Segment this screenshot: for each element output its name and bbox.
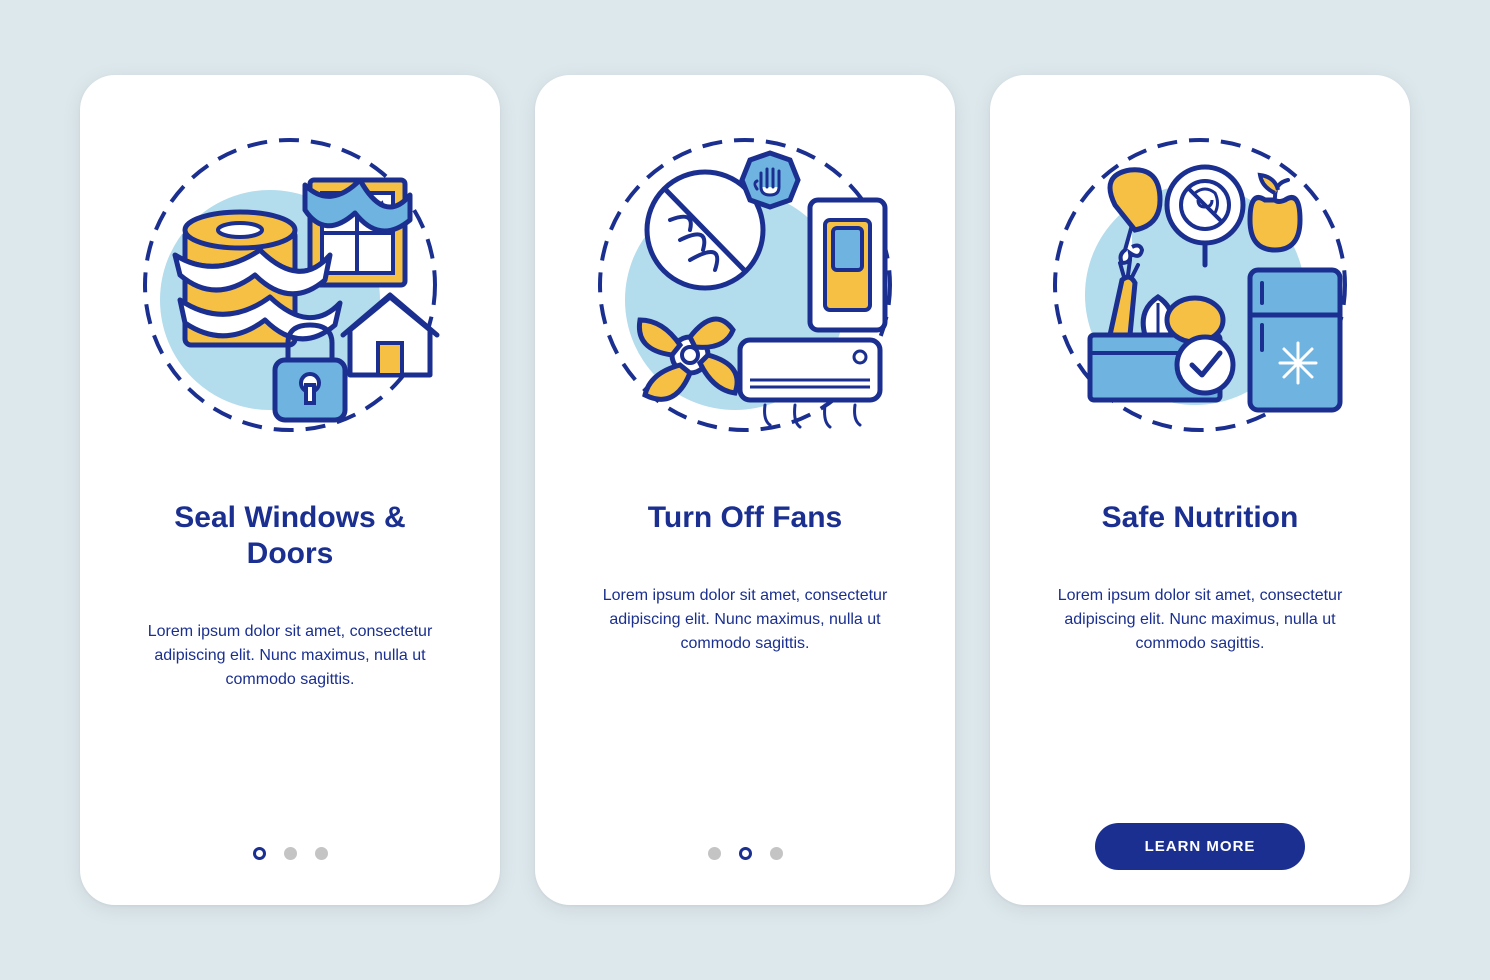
card-title: Seal Windows & Doors [150, 500, 430, 572]
card-description: Lorem ipsum dolor sit amet, consectetur … [1040, 584, 1360, 656]
onboarding-card-1: Seal Windows & Doors Lorem ipsum dolor s… [80, 75, 500, 905]
learn-more-button[interactable]: LEARN MORE [1095, 823, 1306, 870]
turn-off-fans-icon [585, 125, 905, 445]
seal-windows-icon [130, 125, 450, 445]
pagination-dots [253, 847, 328, 860]
card-description: Lorem ipsum dolor sit amet, consectetur … [130, 620, 450, 692]
dot-2[interactable] [284, 847, 297, 860]
dot-1[interactable] [708, 847, 721, 860]
safe-nutrition-icon [1040, 125, 1360, 445]
dot-3[interactable] [770, 847, 783, 860]
onboarding-container: Seal Windows & Doors Lorem ipsum dolor s… [80, 75, 1410, 905]
dot-2[interactable] [739, 847, 752, 860]
onboarding-card-3: Safe Nutrition Lorem ipsum dolor sit ame… [990, 75, 1410, 905]
dot-1[interactable] [253, 847, 266, 860]
pagination-dots [708, 847, 783, 860]
card-description: Lorem ipsum dolor sit amet, consectetur … [585, 584, 905, 656]
card-title: Turn Off Fans [648, 500, 842, 536]
onboarding-card-2: Turn Off Fans Lorem ipsum dolor sit amet… [535, 75, 955, 905]
dot-3[interactable] [315, 847, 328, 860]
card-title: Safe Nutrition [1102, 500, 1299, 536]
